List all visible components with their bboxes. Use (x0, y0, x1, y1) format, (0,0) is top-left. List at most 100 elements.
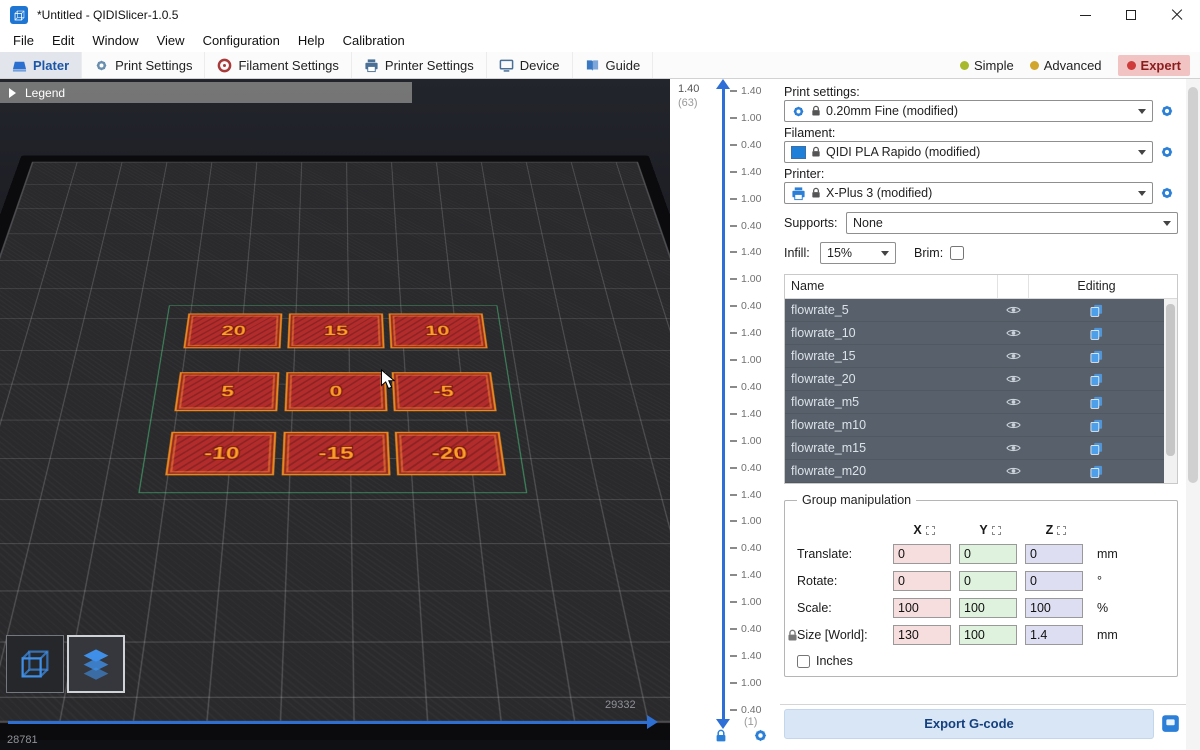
tick-value: 0.40 (741, 381, 761, 393)
gm-input-z[interactable] (1025, 544, 1083, 564)
layers-icon (78, 646, 114, 682)
minimize-button[interactable] (1062, 0, 1108, 30)
uniform-scale-lock-icon[interactable] (787, 629, 798, 642)
edit-object-icon[interactable] (1028, 350, 1164, 363)
object-row-flowrate_m20[interactable]: flowrate_m20 (785, 460, 1164, 483)
send-to-device-icon[interactable] (1161, 714, 1180, 733)
print-settings-edit-button[interactable] (1156, 103, 1178, 119)
filament-edit-button[interactable] (1156, 144, 1178, 160)
expand-triangle-icon (9, 88, 16, 98)
supports-combo[interactable]: None (846, 212, 1178, 234)
export-gcode-button[interactable]: Export G-code (784, 709, 1154, 739)
edit-object-icon[interactable] (1028, 396, 1164, 409)
close-button[interactable] (1154, 0, 1200, 30)
layer-tick: 1.00 (730, 273, 761, 285)
tab-device[interactable]: Device (487, 52, 573, 78)
visibility-eye-icon[interactable] (998, 305, 1028, 315)
gm-input-z[interactable] (1025, 571, 1083, 591)
book-icon (585, 58, 600, 73)
edit-object-icon[interactable] (1028, 373, 1164, 386)
tab-print-settings[interactable]: Print Settings (82, 52, 205, 78)
edit-object-icon[interactable] (1028, 465, 1164, 478)
layer-lock-icon[interactable] (715, 729, 727, 743)
gm-input-y[interactable] (959, 598, 1017, 618)
horizontal-slider[interactable] (8, 721, 648, 724)
layer-tick: 1.00 (730, 354, 761, 366)
edit-object-icon[interactable] (1028, 442, 1164, 455)
object-row-flowrate_m10[interactable]: flowrate_m10 (785, 414, 1164, 437)
visibility-eye-icon[interactable] (998, 351, 1028, 361)
printer-edit-button[interactable] (1156, 185, 1178, 201)
gm-input-z[interactable] (1025, 625, 1083, 645)
tick-dash (730, 494, 737, 496)
gm-input-x[interactable] (893, 571, 951, 591)
scrollbar-thumb[interactable] (1166, 304, 1175, 456)
brim-checkbox[interactable] (950, 246, 964, 260)
tab-guide[interactable]: Guide (573, 52, 654, 78)
visibility-eye-icon[interactable] (998, 328, 1028, 338)
edit-object-icon[interactable] (1028, 419, 1164, 432)
mode-expert[interactable]: Expert (1118, 55, 1190, 76)
maximize-button[interactable] (1108, 0, 1154, 30)
object-row-flowrate_m15[interactable]: flowrate_m15 (785, 437, 1164, 460)
h-slider-arrow-icon[interactable] (647, 715, 658, 729)
object-list-scrollbar[interactable] (1164, 299, 1177, 483)
object-row-flowrate_5[interactable]: flowrate_5 (785, 299, 1164, 322)
menu-item-calibration[interactable]: Calibration (334, 30, 414, 52)
menu-item-window[interactable]: Window (83, 30, 147, 52)
layers-view-button[interactable] (67, 635, 125, 693)
tick-value: 1.00 (741, 112, 761, 124)
orient-view-button[interactable] (6, 635, 64, 693)
mode-advanced[interactable]: Advanced (1030, 58, 1102, 73)
gm-input-x[interactable] (893, 544, 951, 564)
menu-item-view[interactable]: View (148, 30, 194, 52)
tab-printer-settings[interactable]: Printer Settings (352, 52, 487, 78)
object-row-flowrate_15[interactable]: flowrate_15 (785, 345, 1164, 368)
legend-bar[interactable]: Legend (0, 82, 412, 103)
mode-simple[interactable]: Simple (960, 58, 1014, 73)
menu-item-help[interactable]: Help (289, 30, 334, 52)
object-tile-5[interactable]: 5 (174, 372, 279, 411)
object-row-flowrate_10[interactable]: flowrate_10 (785, 322, 1164, 345)
object-tile--5[interactable]: -5 (392, 372, 497, 411)
object-tile-15[interactable]: 15 (287, 313, 384, 348)
menu-item-edit[interactable]: Edit (43, 30, 83, 52)
visibility-eye-icon[interactable] (998, 466, 1028, 476)
object-tile--15[interactable]: -15 (282, 432, 391, 476)
edit-object-icon[interactable] (1028, 304, 1164, 317)
tab-filament-settings[interactable]: Filament Settings (205, 52, 351, 78)
menu-item-configuration[interactable]: Configuration (194, 30, 289, 52)
edit-object-icon[interactable] (1028, 327, 1164, 340)
gm-input-z[interactable] (1025, 598, 1083, 618)
object-row-flowrate_m5[interactable]: flowrate_m5 (785, 391, 1164, 414)
object-tile--10[interactable]: -10 (165, 432, 276, 476)
menu-item-file[interactable]: File (4, 30, 43, 52)
object-tile-0[interactable]: 0 (285, 372, 388, 411)
object-tile-20[interactable]: 20 (183, 313, 282, 348)
scrollbar-thumb[interactable] (1188, 87, 1198, 483)
gm-input-x[interactable] (893, 625, 951, 645)
layer-slider-track[interactable] (722, 89, 725, 719)
layer-slider-down-arrow-icon[interactable] (716, 719, 730, 729)
layer-slider-up-arrow-icon[interactable] (716, 79, 730, 89)
gm-input-y[interactable] (959, 625, 1017, 645)
print-settings-combo[interactable]: 0.20mm Fine (modified) (784, 100, 1153, 122)
visibility-eye-icon[interactable] (998, 420, 1028, 430)
infill-combo[interactable]: 15% (820, 242, 896, 264)
layer-gear-icon[interactable] (752, 727, 769, 744)
visibility-eye-icon[interactable] (998, 374, 1028, 384)
inches-checkbox[interactable] (797, 655, 810, 668)
viewport-3d[interactable]: Legend 20151050-5-10-15-20 29332 28781 (0, 79, 670, 750)
object-tile-10[interactable]: 10 (389, 313, 488, 348)
visibility-eye-icon[interactable] (998, 397, 1028, 407)
gm-input-y[interactable] (959, 571, 1017, 591)
filament-combo[interactable]: QIDI PLA Rapido (modified) (784, 141, 1153, 163)
printer-combo[interactable]: X-Plus 3 (modified) (784, 182, 1153, 204)
object-row-flowrate_20[interactable]: flowrate_20 (785, 368, 1164, 391)
visibility-eye-icon[interactable] (998, 443, 1028, 453)
gm-input-y[interactable] (959, 544, 1017, 564)
object-tile--20[interactable]: -20 (395, 432, 506, 476)
tab-plater[interactable]: Plater (0, 52, 82, 78)
gm-input-x[interactable] (893, 598, 951, 618)
sidebar-scrollbar[interactable] (1186, 79, 1200, 750)
